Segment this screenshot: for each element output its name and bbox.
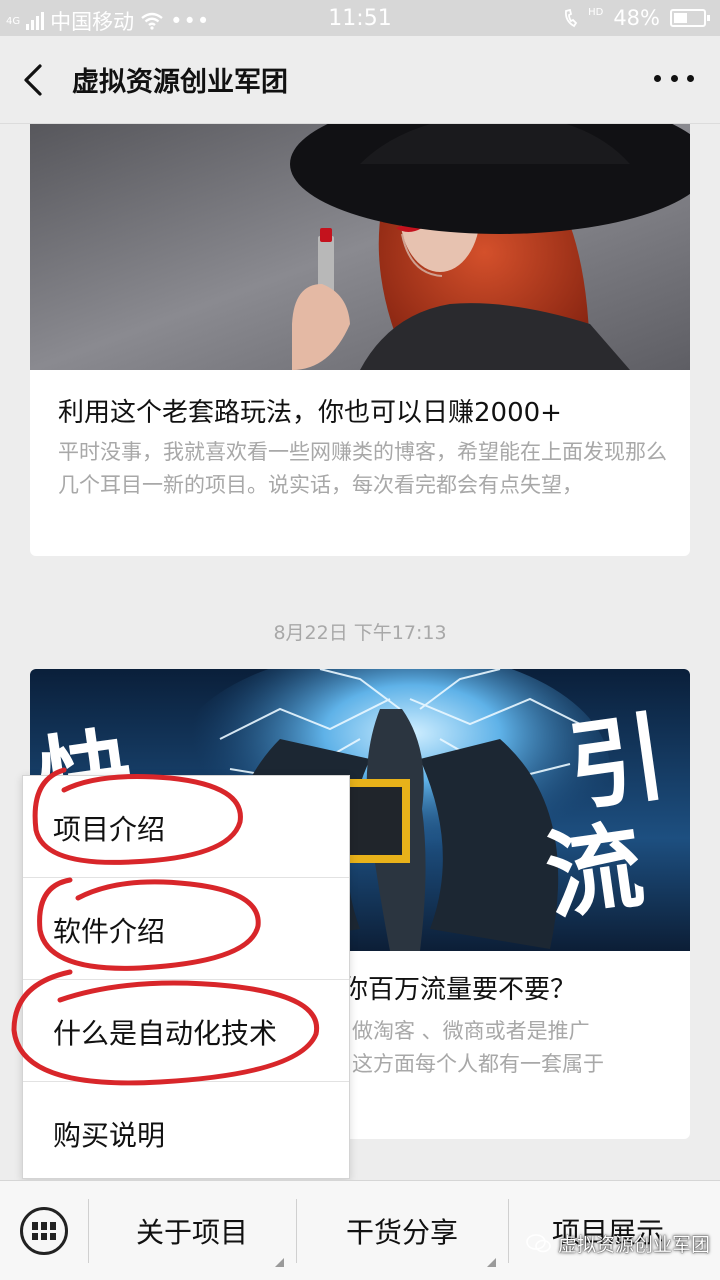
wechat-logo-icon	[526, 1233, 551, 1252]
menu-item-software-intro[interactable]: 软件介绍	[23, 878, 349, 980]
keyboard-icon	[32, 1222, 56, 1240]
message-timestamp: 8月22日 下午17:13	[273, 622, 447, 644]
cover-text-right-top: 引	[562, 701, 673, 825]
article-summary-line: 做淘客 、微商或者是推广	[352, 1019, 590, 1043]
menu-tab-label: 干货分享	[345, 1216, 458, 1249]
watermark: 虚拟资源创业军团	[526, 1230, 710, 1257]
battery-icon	[670, 9, 710, 27]
dot-icon	[670, 74, 678, 82]
article-summary: 做淘客 、微商或者是推广 这方面每个人都有一套属于	[352, 1015, 682, 1081]
menu-item-label: 软件介绍	[53, 915, 166, 948]
article-card[interactable]: 利用这个老套路玩法，你也可以日赚2000+ 平时没事，我就喜欢看一些网赚类的博客…	[30, 124, 690, 556]
submenu-indicator-icon	[275, 1258, 284, 1267]
menu-item-project-intro[interactable]: 项目介绍	[23, 776, 349, 878]
page-title: 虚拟资源创业军团	[72, 67, 288, 98]
menu-item-label: 项目介绍	[53, 813, 166, 846]
article-cover-image	[30, 124, 690, 370]
status-bar: 4G 中国移动 ••• 11:51 HD 48%	[0, 0, 720, 36]
more-options-button[interactable]	[654, 66, 694, 90]
menu-tab-label: 关于项目	[135, 1216, 248, 1249]
title-bar: 虚拟资源创业军团	[0, 36, 720, 124]
article-title: 利用这个老套路玩法，你也可以日赚2000+	[58, 398, 562, 428]
submenu-popup: 项目介绍 软件介绍 什么是自动化技术 购买说明	[22, 775, 350, 1179]
submenu-indicator-icon	[487, 1258, 496, 1267]
menu-tab-dry-goods-share[interactable]: 干货分享	[296, 1181, 508, 1280]
hd-tag: HD	[588, 6, 604, 18]
keyboard-toggle-button[interactable]	[20, 1207, 68, 1255]
watermark-text: 虚拟资源创业军团	[557, 1234, 710, 1256]
dot-icon	[687, 74, 694, 82]
menu-item-label: 购买说明	[53, 1119, 166, 1152]
status-right: HD 48%	[562, 6, 710, 30]
back-button[interactable]	[14, 60, 54, 100]
menu-item-label: 什么是自动化技术	[53, 1017, 278, 1050]
chevron-left-icon	[24, 64, 42, 96]
dot-icon	[654, 74, 661, 82]
article-summary-line: 这方面每个人都有一套属于	[352, 1052, 604, 1076]
article-summary: 平时没事，我就喜欢看一些网赚类的博客，希望能在上面发现那么几个耳目一新的项目。说…	[58, 440, 667, 497]
article-title: 你百万流量要不要？	[342, 975, 577, 1005]
battery-fill	[674, 13, 688, 23]
battery-percent: 48%	[613, 6, 660, 30]
cover-text-right-bottom: 流	[539, 809, 650, 933]
menu-item-automation-tech[interactable]: 什么是自动化技术	[23, 980, 349, 1082]
menu-item-purchase-info[interactable]: 购买说明	[23, 1082, 349, 1184]
menu-tab-about-project[interactable]: 关于项目	[88, 1181, 296, 1280]
